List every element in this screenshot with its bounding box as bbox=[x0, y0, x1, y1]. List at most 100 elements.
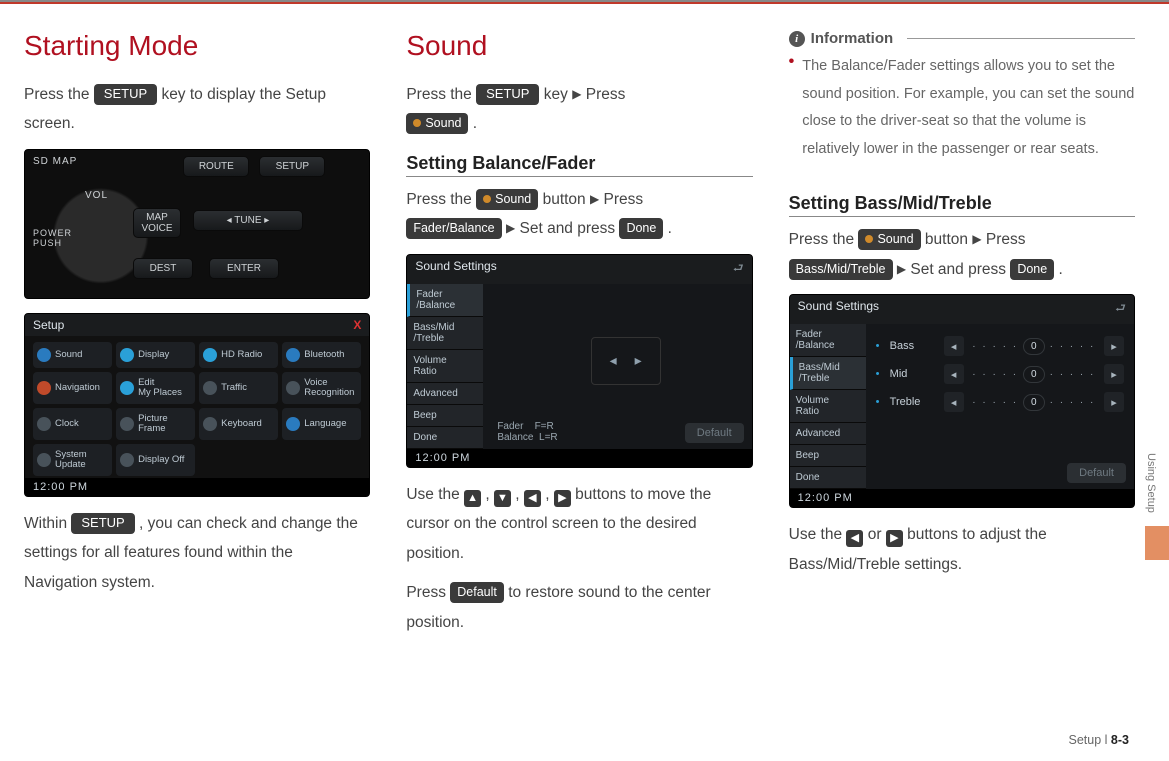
setup-cell-label: Clock bbox=[55, 419, 79, 429]
setup-grid-cell: Voice Recognition bbox=[282, 372, 361, 404]
bmt-row-name: Treble bbox=[890, 396, 938, 408]
setup-cell-label: Picture Frame bbox=[138, 414, 168, 434]
sound-settings-bmt-shot: Sound Settings ⮐ Fader /BalanceBass/Mid … bbox=[789, 294, 1135, 508]
setup-key-badge: SETUP bbox=[71, 513, 134, 534]
tune-hw-button: ◂ TUNE ▸ bbox=[193, 210, 303, 231]
setup-cell-label: Sound bbox=[55, 350, 82, 360]
sound-icon bbox=[483, 195, 491, 203]
setup-cell-label: HD Radio bbox=[221, 350, 262, 360]
page-footer: Setup l 8-3 bbox=[1069, 733, 1129, 747]
heading-starting-mode: Starting Mode bbox=[24, 30, 370, 62]
left-arrow-icon: ◀ bbox=[846, 530, 863, 547]
text: Use the bbox=[789, 526, 847, 543]
text: Press bbox=[986, 231, 1026, 248]
sound-settings-clock: 12:00 PM bbox=[790, 489, 1134, 507]
starting-mode-intro: Press the SETUP key to display the Setup… bbox=[24, 80, 370, 139]
setup-cell-label: Display bbox=[138, 350, 169, 360]
fader-balance-key-badge: Fader/Balance bbox=[406, 218, 501, 239]
period: . bbox=[668, 220, 672, 237]
text: Press bbox=[604, 191, 644, 208]
close-icon: X bbox=[353, 318, 361, 332]
setup-cell-icon bbox=[120, 381, 134, 395]
setup-grid-cell: HD Radio bbox=[199, 342, 278, 368]
setup-grid-cell: Display Off bbox=[116, 444, 195, 476]
setup-cell-label: Language bbox=[304, 419, 346, 429]
starting-mode-outro: Within SETUP , you can check and change … bbox=[24, 509, 370, 597]
bmt-row-track: · · · · · 0 · · · · · bbox=[970, 338, 1098, 355]
setup-grid-cell: Clock bbox=[33, 408, 112, 440]
side-margin-label: Using Setup bbox=[1145, 440, 1157, 526]
default-screen-button: Default bbox=[1067, 463, 1126, 483]
bmt-row: •Bass◂· · · · · 0 · · · · ·▸ bbox=[876, 332, 1124, 360]
setup-cell-label: Keyboard bbox=[221, 419, 262, 429]
bmt-row: •Mid◂· · · · · 0 · · · · ·▸ bbox=[876, 360, 1124, 388]
sound-settings-titlebar: Sound Settings ⮐ bbox=[790, 295, 1134, 324]
text: Use the bbox=[406, 486, 464, 503]
setup-screen-clock: 12:00 PM bbox=[25, 478, 369, 496]
sound-settings-tab: Bass/Mid /Treble bbox=[407, 317, 483, 350]
setup-cell-icon bbox=[203, 381, 217, 395]
setup-grid-cell: Display bbox=[116, 342, 195, 368]
setup-cell-icon bbox=[37, 381, 51, 395]
sound-key-badge: Sound bbox=[858, 229, 920, 250]
setup-grid: SoundDisplayHD RadioBluetoothNavigationE… bbox=[33, 342, 361, 476]
sound-settings-tab: Volume Ratio bbox=[790, 390, 866, 423]
map-voice-hw-button: MAP VOICE bbox=[133, 208, 181, 238]
setup-cell-icon bbox=[203, 417, 217, 431]
right-arrow-icon: ▶ bbox=[886, 530, 903, 547]
sound-settings-clock: 12:00 PM bbox=[407, 449, 751, 467]
sound-intro: Press the SETUP key ▶ Press Sound . bbox=[406, 80, 752, 139]
information-label: Information bbox=[811, 30, 894, 47]
bmt-use-buttons: Use the ◀ or ▶ buttons to adjust the Bas… bbox=[789, 520, 1135, 579]
column-sound: Sound Press the SETUP key ▶ Press Sound … bbox=[406, 30, 752, 647]
left-arrow-icon: ◂ bbox=[944, 392, 964, 412]
subheading-bass-mid-treble: Setting Bass/Mid/Treble bbox=[789, 193, 1135, 217]
hardware-panel-photo: SD MAP ROUTE SETUP VOL POWER PUSH MAP VO… bbox=[24, 149, 370, 299]
sound-settings-tab: Done bbox=[407, 427, 483, 449]
text: Press the bbox=[789, 231, 859, 248]
setup-grid-cell: Traffic bbox=[199, 372, 278, 404]
info-icon: i bbox=[789, 31, 805, 47]
bmt-row: •Treble◂· · · · · 0 · · · · ·▸ bbox=[876, 388, 1124, 416]
sound-settings-title: Sound Settings bbox=[415, 259, 496, 280]
text: button bbox=[925, 231, 972, 248]
setup-grid-cell: Sound bbox=[33, 342, 112, 368]
sound-icon bbox=[413, 119, 421, 127]
fader-balance-values: Fader F=R Balance L=R bbox=[497, 421, 557, 443]
sound-settings-main: ◂ ▸ Fader F=R Balance L=R Default bbox=[483, 284, 751, 449]
done-key-badge: Done bbox=[1010, 259, 1054, 280]
left-arrow-icon: ◂ bbox=[944, 364, 964, 384]
right-triangle-icon: ▶ bbox=[897, 258, 906, 281]
text: Press the bbox=[406, 191, 476, 208]
setup-cell-label: System Update bbox=[55, 450, 87, 470]
text: Press bbox=[406, 584, 450, 601]
return-icon: ⮐ bbox=[733, 259, 744, 280]
text: or bbox=[868, 526, 886, 543]
sound-key-badge: Sound bbox=[476, 189, 538, 210]
left-arrow-icon: ◀ bbox=[524, 490, 541, 507]
footer-page-number: 8-3 bbox=[1111, 733, 1129, 747]
default-screen-button: Default bbox=[685, 423, 744, 443]
default-key-badge: Default bbox=[450, 582, 504, 603]
vol-label: VOL bbox=[85, 190, 108, 201]
setup-cell-icon bbox=[37, 348, 51, 362]
sound-key-label: Sound bbox=[877, 232, 913, 246]
setup-cell-icon bbox=[120, 417, 134, 431]
power-label: POWER PUSH bbox=[33, 228, 72, 248]
setup-cell-icon bbox=[203, 348, 217, 362]
side-margin-orange-bar bbox=[1145, 526, 1169, 560]
sound-settings-tab: Fader /Balance bbox=[790, 324, 866, 357]
setup-key-badge: SETUP bbox=[94, 84, 157, 105]
sound-settings-title: Sound Settings bbox=[798, 299, 879, 320]
setup-grid-cell: Picture Frame bbox=[116, 408, 195, 440]
side-margin-tab: Using Setup bbox=[1145, 440, 1169, 560]
enter-hw-button: ENTER bbox=[209, 258, 279, 279]
fader-cursor-pad: ◂ ▸ bbox=[591, 337, 661, 385]
setup-cell-icon bbox=[37, 417, 51, 431]
text: button bbox=[543, 191, 590, 208]
sound-icon bbox=[865, 235, 873, 243]
fader-default-note: Press Default to restore sound to the ce… bbox=[406, 578, 752, 637]
dest-hw-button: DEST bbox=[133, 258, 193, 279]
sound-settings-tabs: Fader /BalanceBass/Mid /TrebleVolume Rat… bbox=[790, 324, 866, 489]
period: . bbox=[473, 115, 477, 132]
